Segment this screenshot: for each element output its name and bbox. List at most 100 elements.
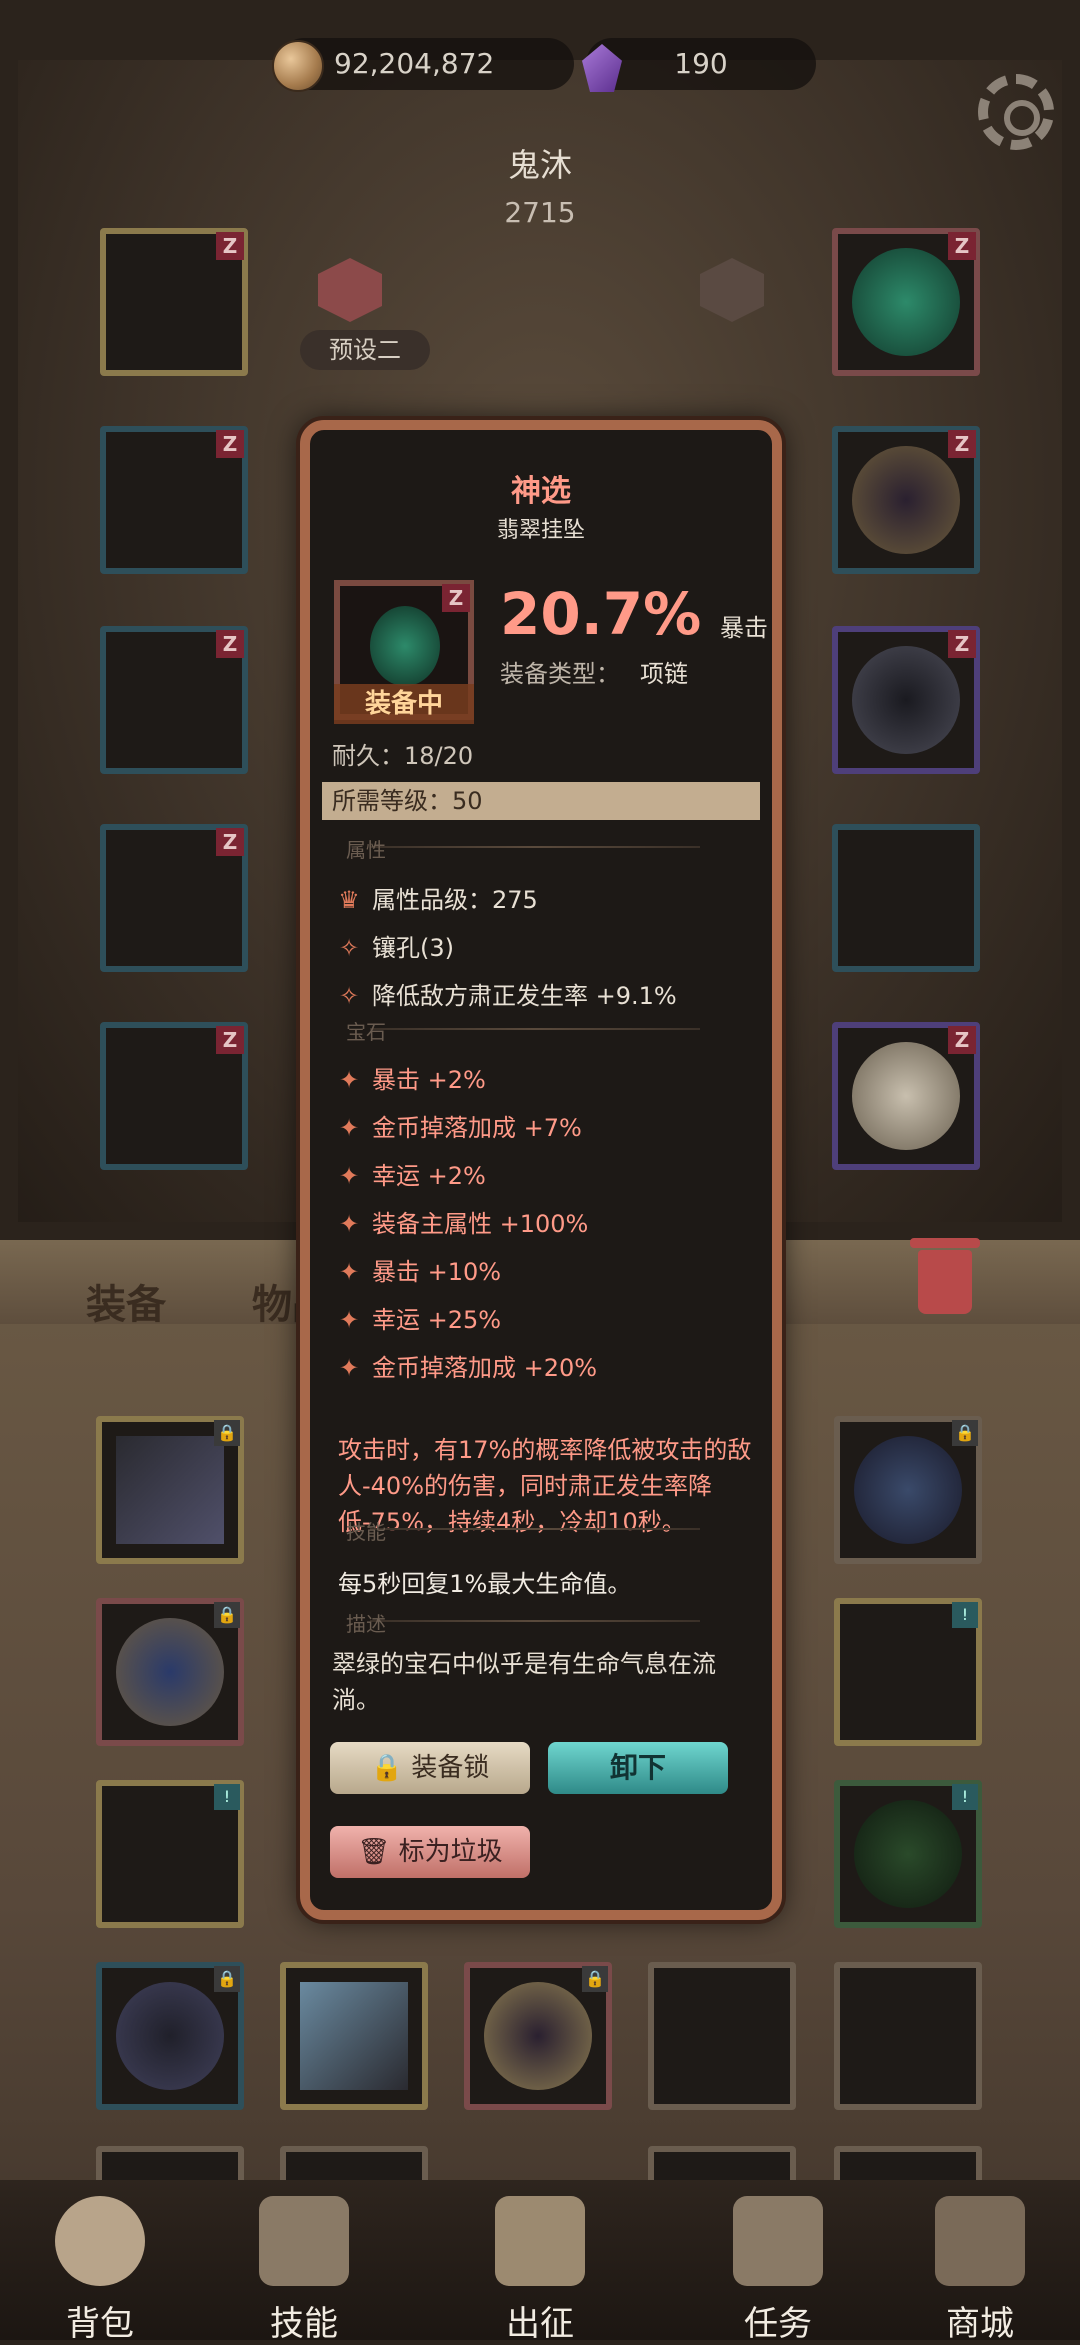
equip-slot-right-4[interactable] — [832, 824, 980, 972]
spear-item-icon — [116, 1436, 224, 1544]
required-level: 所需等级：50 — [322, 782, 760, 820]
sockets-row: ✧ 镶孔(3) — [338, 928, 454, 963]
main-stat-value: 20.7% — [500, 580, 702, 648]
character-power: 2715 — [504, 196, 576, 229]
gem-bullet-icon: ✦ — [338, 1114, 360, 1142]
nav-skills[interactable]: 技能 — [204, 2196, 404, 2345]
z-badge-icon: Z — [948, 232, 976, 260]
z-badge-icon: Z — [216, 828, 244, 856]
nav-battle-label: 出征 — [506, 2304, 574, 2344]
gem-row: ✦ 金币掉落加成 +20% — [338, 1348, 597, 1383]
gem-bullet-icon: ✦ — [338, 1210, 360, 1238]
item-type-label: 装备类型： — [500, 660, 620, 688]
socket-icon: ✧ — [338, 934, 360, 962]
inventory-slot[interactable]: 🔒 — [96, 1598, 244, 1746]
character-name: 鬼沐 — [507, 146, 572, 184]
item-description: 翠绿的宝石中似乎是有生命气息在流淌。 — [332, 1650, 716, 1714]
backpack-icon — [55, 2196, 145, 2286]
equip-slot-left-2[interactable]: Z — [100, 426, 248, 574]
equip-slot-ring-1[interactable]: Z — [832, 426, 980, 574]
inventory-slot[interactable]: ! — [96, 1780, 244, 1928]
gem-text: 幸运 +2% — [372, 1162, 486, 1190]
inventory-slot[interactable] — [280, 1962, 428, 2110]
shop-crown-icon — [935, 2196, 1025, 2286]
cloak-item-icon — [116, 1618, 224, 1726]
gem-text: 金币掉落加成 +20% — [372, 1354, 598, 1382]
item-tooltip: 神选 翡翠挂坠 Z 装备中 20.7% 暴击 装备类型： 项链 耐久：18/20… — [300, 420, 782, 1920]
inventory-slot[interactable]: 🔒 — [96, 1416, 244, 1564]
equipment-lock-button[interactable]: 🔒 装备锁 — [330, 1742, 530, 1794]
unequip-button[interactable]: 卸下 — [548, 1742, 728, 1794]
main-stat-name: 暴击 — [720, 614, 768, 642]
tab-equipment[interactable]: 装备 — [86, 1272, 166, 1330]
gem-row: ✦ 暴击 +2% — [338, 1060, 486, 1095]
z-badge-icon: Z — [216, 430, 244, 458]
gem-row: ✦ 幸运 +25% — [338, 1300, 501, 1335]
lock-icon: 🔒 — [952, 1420, 978, 1446]
tag-icon: ! — [952, 1784, 978, 1810]
armor-item-icon — [116, 1982, 224, 2090]
section-attributes-label: 属性 — [346, 838, 386, 862]
necklace-item-icon — [370, 606, 440, 686]
equip-slot-necklace[interactable]: Z — [832, 228, 980, 376]
inventory-slot-empty[interactable] — [834, 1962, 982, 2110]
equip-slot-left-5[interactable]: Z — [100, 1022, 248, 1170]
item-name: 翡翠挂坠 — [496, 518, 585, 543]
character-nameplate: 鬼沐 2715 — [400, 140, 680, 250]
nav-quests[interactable]: 任务 — [678, 2196, 878, 2345]
gem-bullet-icon: ✦ — [338, 1306, 360, 1334]
equip-slot-scroll[interactable]: Z — [832, 1022, 980, 1170]
sockets: 镶孔(3) — [372, 934, 454, 962]
inventory-slot[interactable]: 🔒 — [834, 1416, 982, 1564]
gem-text: 暴击 +2% — [372, 1066, 486, 1094]
equipped-label: 装备中 — [334, 684, 474, 724]
lock-icon: 🔒 — [214, 1420, 240, 1446]
gem-text: 幸运 +25% — [372, 1306, 502, 1334]
reduce-stat-row: ✧ 降低敌方肃正发生率 +9.1% — [338, 976, 677, 1011]
nav-bag-label: 背包 — [66, 2304, 134, 2344]
settings-gear-icon[interactable] — [978, 74, 1054, 150]
inventory-slot[interactable]: 🔒 — [96, 1962, 244, 2110]
equip-slot-left-1[interactable]: Z — [100, 228, 248, 376]
gem-row: ✦ 装备主属性 +100% — [338, 1204, 588, 1239]
equip-slot-left-4[interactable]: Z — [100, 824, 248, 972]
crown-icon: ♛ — [338, 886, 360, 914]
z-badge-icon: Z — [948, 630, 976, 658]
mark-junk-button[interactable]: 🗑 标为垃圾 — [330, 1826, 530, 1878]
reduce-stat: 降低敌方肃正发生率 +9.1% — [372, 982, 677, 1010]
inventory-slot[interactable]: ! — [834, 1598, 982, 1746]
gem-row: ✦ 幸运 +2% — [338, 1156, 486, 1191]
attribute-grade-row: ♛ 属性品级：275 — [338, 880, 538, 915]
lock-icon: 🔒 — [370, 1753, 412, 1783]
section-divider — [370, 1620, 700, 1622]
staff-item-icon — [300, 1982, 408, 2090]
gem-text: 金币掉落加成 +7% — [372, 1114, 582, 1142]
lock-button-label: 装备锁 — [411, 1753, 490, 1783]
tag-icon: ! — [214, 1784, 240, 1810]
nav-bag[interactable]: 背包 — [0, 2196, 200, 2345]
gem-text: 装备主属性 +100% — [372, 1210, 589, 1238]
socket-icon: ✧ — [338, 982, 360, 1010]
tag-icon: ! — [952, 1602, 978, 1628]
section-desc-label: 描述 — [346, 1612, 386, 1636]
junk-icon: 🗑 — [357, 1837, 399, 1867]
equip-slot-ring-2[interactable]: Z — [832, 626, 980, 774]
trash-icon[interactable] — [910, 1238, 980, 1314]
z-badge-icon: Z — [442, 584, 470, 612]
equip-slot-left-3[interactable]: Z — [100, 626, 248, 774]
gem-text: 暴击 +10% — [372, 1258, 502, 1286]
gem-bullet-icon: ✦ — [338, 1162, 360, 1190]
section-skill-label: 技能 — [346, 1520, 386, 1544]
junk-button-label: 标为垃圾 — [398, 1837, 503, 1867]
preset-label[interactable]: 预设二 — [300, 330, 430, 370]
gem-bullet-icon: ✦ — [338, 1354, 360, 1382]
inventory-slot[interactable]: 🔒 — [464, 1962, 612, 2110]
nav-battle[interactable]: 出征 — [440, 2196, 640, 2345]
nav-shop[interactable]: 商城 — [880, 2196, 1080, 2345]
gem-row: ✦ 暴击 +10% — [338, 1252, 501, 1287]
inventory-slot[interactable]: ! — [834, 1780, 982, 1928]
inventory-slot-empty[interactable] — [648, 1962, 796, 2110]
section-divider — [370, 1028, 700, 1030]
gem-amount: 190 — [674, 47, 728, 80]
necklace-item-icon — [852, 248, 960, 356]
